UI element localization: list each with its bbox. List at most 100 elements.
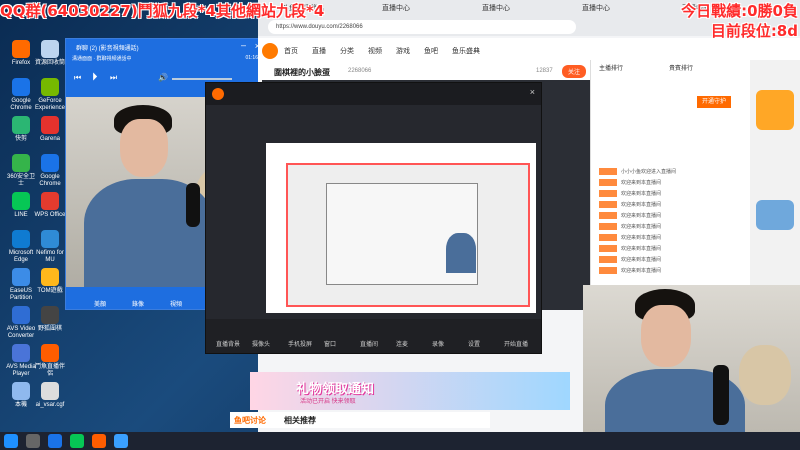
ranking-tab[interactable]: 貴賓排行 [669,63,693,72]
gift-banner[interactable]: 礼物领取通知 活动已开启 快来领取 [250,372,570,410]
chat-message: 欢迎来到本直播间 [599,256,749,266]
chat-message: 欢迎来到本直播间 [599,212,749,222]
desktop-icon[interactable]: Google Chrome [5,78,37,112]
desktop-icon[interactable]: TOM遊戲 [34,268,66,295]
stream-toolbar-button[interactable]: 直播间 [360,339,378,348]
chat-message: 欢迎来到本直播间 [599,190,749,200]
person-face [120,119,168,177]
desktop-icon-label: AVS Media Player [6,364,36,377]
app-icon [41,268,59,286]
taskbar-item[interactable] [26,434,40,448]
desktop-icon-label: Firefox [11,60,31,66]
stream-toolbar-button[interactable]: 窗口 [324,339,336,348]
desktop-icon-label: EaseUS Partition [9,288,32,301]
app-icon [12,192,30,210]
browser-tab[interactable]: 直播中心 [378,0,414,18]
desktop-icon[interactable]: 野狐圍棋 [34,306,66,333]
taskbar-item[interactable] [48,434,62,448]
play-icon[interactable]: ⏵ [92,71,98,84]
desktop-icon[interactable]: AVS Video Converter [5,306,37,340]
app-icon [41,306,59,324]
site-nav-item[interactable]: 鱼乐盛典 [452,46,480,56]
site-nav-item[interactable]: 视频 [368,46,382,56]
site-nav-item[interactable]: 直播 [312,46,326,56]
close-icon[interactable]: × [530,87,535,97]
qq-call-button[interactable]: 錄像 [132,299,144,308]
desktop-icon[interactable]: ai_vsar.cgf [34,382,66,409]
chat-message: 欢迎来到本直播间 [599,267,749,277]
app-icon [41,382,59,400]
desktop-icon[interactable]: AVS Media Player [5,344,37,378]
overlay-top-left: QQ群(64030227)鬥狐九段*4其他網站九段*4 [0,2,325,20]
minimize-icon[interactable]: – [241,40,246,50]
volume-slider[interactable] [172,78,232,80]
app-icon [41,344,59,362]
taskbar-item[interactable] [114,434,128,448]
stream-toolbar-button[interactable]: 录像 [432,339,444,348]
site-nav-item[interactable]: 鱼吧 [424,46,438,56]
desktop-icon[interactable]: Microsoft Edge [5,230,37,264]
desktop-icon-label: 野狐圍棋 [37,326,62,332]
stream-toolbar-button[interactable]: 连麦 [396,339,408,348]
next-icon[interactable]: ⏭ [110,73,117,83]
chat-message: 小小小鱼欢迎进入直播间 [599,168,749,178]
ranking-tabs[interactable]: 主播排行 貴賓排行 [591,60,751,74]
desktop-icon-label: 資源回收筒 [34,60,65,66]
stream-toolbar-button[interactable]: 手机投屏 [288,339,312,348]
overlay-rank: 目前段位:8d [710,22,798,40]
bottom-link-discussion[interactable]: 鱼吧讨论 [234,415,266,426]
stream-toolbar-button[interactable]: 开始直播 [504,339,528,348]
stream-toolbar-button[interactable]: 摄像头 [252,339,270,348]
desktop-icon[interactable]: Google Chrome [34,154,66,188]
prev-icon[interactable]: ⏮ [74,73,81,83]
desktop-icon[interactable]: 鬥魚直播伴侶 [34,344,66,378]
level-badge [599,179,617,187]
ad-badge[interactable] [756,90,794,130]
bottom-link-recommend[interactable]: 相关推荐 [284,415,316,426]
taskbar-item[interactable] [4,434,18,448]
desktop-icon[interactable]: 快剪 [5,116,37,143]
qq-call-button[interactable]: 美顏 [94,299,106,308]
chat-text: 欢迎来到本直播间 [621,246,662,252]
browser-tab[interactable]: 直播中心 [578,0,614,18]
taskbar-item[interactable] [92,434,106,448]
desktop-icon[interactable]: 360安全卫士 [5,154,37,188]
app-icon [12,154,30,172]
level-badge [599,245,617,253]
desktop-icon-label: Google Chrome [10,98,32,111]
desktop-icon[interactable]: Garena [34,116,66,143]
stream-toolbar-button[interactable]: 设置 [468,339,480,348]
desktop-icon[interactable]: LINE [5,192,37,219]
ad-badge-2[interactable] [756,200,794,230]
site-logo[interactable] [262,43,278,59]
chat-message: 欢迎来到本直播间 [599,234,749,244]
person-face [641,305,691,367]
site-nav-item[interactable]: 分类 [340,46,354,56]
desktop-icon[interactable]: EaseUS Partition [5,268,37,302]
streaming-app-window[interactable]: × 直播背景 摄像头 手机投屏 窗口 直播间 连麦 录像 设置 开始直播 [205,82,542,354]
volume-icon[interactable]: 🔊 [158,73,168,82]
desktop-icon[interactable]: Nefimo for MU [34,230,66,264]
desktop-icon[interactable]: GeForce Experience [34,78,66,112]
app-icon [12,116,30,134]
stream-toolbar-button[interactable]: 直播背景 [216,339,240,348]
stream-toolbar[interactable]: 直播背景 摄像头 手机投屏 窗口 直播间 连麦 录像 设置 开始直播 [206,319,541,353]
ranking-tab[interactable]: 主播排行 [599,63,623,72]
follow-button[interactable]: 关注 [562,65,587,78]
address-bar[interactable]: https://www.douyu.com/2268066 [268,20,576,34]
desktop-icon[interactable]: WPS Office [34,192,66,219]
app-icon [41,192,59,210]
browser-tab[interactable]: 直播中心 [478,0,514,18]
site-nav-item[interactable]: 游戏 [396,46,410,56]
site-nav-item[interactable]: 首页 [284,46,298,56]
desktop-icon[interactable]: Firefox [5,40,37,67]
level-badge [599,212,617,220]
desktop-icon[interactable]: 本機 [5,382,37,409]
open-guard-button[interactable]: 开通守护 [697,96,731,108]
app-icon [41,78,59,96]
qq-call-button[interactable]: 視頻 [170,299,182,308]
chat-message: 欢迎来到本直播间 [599,223,749,233]
desktop-icon[interactable]: 資源回收筒 [34,40,66,67]
taskbar-item[interactable] [70,434,84,448]
chat-list: 小小小鱼欢迎进入直播间 欢迎来到本直播间 欢迎来到本直播间 欢迎来到本直播间 欢迎来到本… [599,168,749,288]
